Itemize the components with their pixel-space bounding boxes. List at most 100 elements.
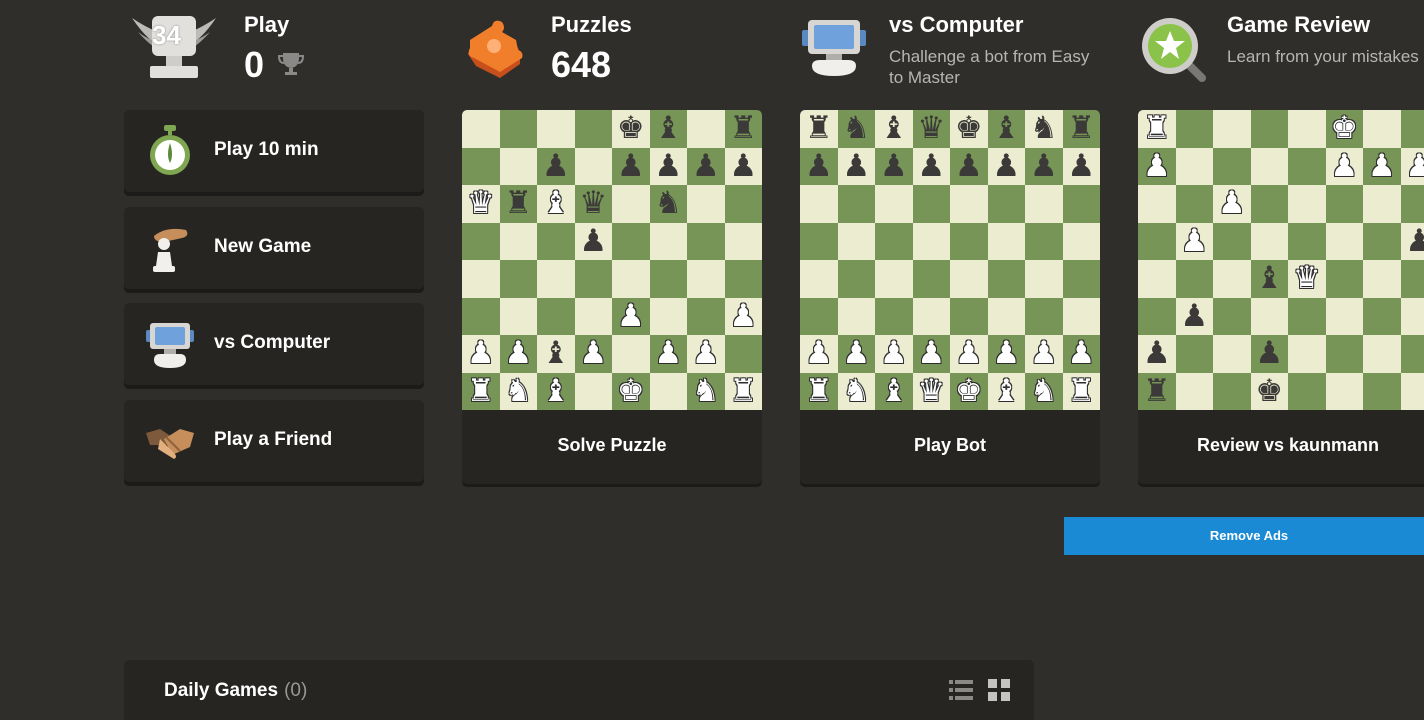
black-rook-icon: ♜ bbox=[1143, 376, 1171, 407]
black-pawn-icon: ♟ bbox=[617, 151, 645, 182]
board-square bbox=[725, 223, 763, 261]
board-square bbox=[988, 260, 1026, 298]
board-square bbox=[1025, 260, 1063, 298]
board-square: ♟ bbox=[1025, 148, 1063, 186]
board-square bbox=[1401, 373, 1424, 411]
board-square bbox=[1288, 110, 1326, 148]
stopwatch-icon bbox=[146, 125, 194, 177]
board-square bbox=[612, 260, 650, 298]
board-square: ♟ bbox=[725, 148, 763, 186]
black-pawn-icon: ♟ bbox=[880, 151, 908, 182]
board-square: ♞ bbox=[500, 373, 538, 411]
board-square: ♚ bbox=[950, 110, 988, 148]
board-square bbox=[1251, 185, 1289, 223]
board-square bbox=[1288, 298, 1326, 336]
board-square bbox=[500, 260, 538, 298]
board-square bbox=[575, 373, 613, 411]
board-square bbox=[575, 260, 613, 298]
board-square: ♝ bbox=[1251, 260, 1289, 298]
board-square bbox=[1251, 223, 1289, 261]
board-square bbox=[1363, 185, 1401, 223]
board-square bbox=[1138, 260, 1176, 298]
play-a-friend-button[interactable]: Play a Friend bbox=[124, 400, 424, 482]
black-bishop-icon: ♝ bbox=[992, 113, 1020, 144]
black-pawn-icon: ♟ bbox=[1030, 151, 1058, 182]
white-queen-icon: ♛ bbox=[917, 376, 945, 407]
board-square: ♚ bbox=[950, 373, 988, 411]
review-subtitle: Learn from your mistakes bbox=[1227, 46, 1419, 67]
board-square: ♛ bbox=[1288, 260, 1326, 298]
board-square: ♞ bbox=[1025, 373, 1063, 411]
play-10-min-button[interactable]: Play 10 min bbox=[124, 110, 424, 192]
board-square bbox=[1063, 298, 1101, 336]
board-square bbox=[800, 260, 838, 298]
computer-subtitle-1: Challenge a bot from Easy bbox=[889, 46, 1089, 67]
board-square bbox=[1326, 260, 1364, 298]
board-square bbox=[1063, 223, 1101, 261]
solve-puzzle-card[interactable]: ♚♝♜♟♟♟♟♟♛♜♝♛♞♟♟♟♟♟♝♟♟♟♜♞♝♚♞♜ Solve Puzzl… bbox=[462, 110, 762, 484]
remove-ads-button[interactable]: Remove Ads bbox=[1064, 517, 1424, 555]
play-bot-card[interactable]: ♜♞♝♛♚♝♞♜♟♟♟♟♟♟♟♟♟♟♟♟♟♟♟♟♜♞♝♛♚♝♞♜ Play Bo… bbox=[800, 110, 1100, 484]
play-10-min-label: Play 10 min bbox=[214, 110, 319, 192]
white-pawn-icon: ♟ bbox=[1143, 151, 1171, 182]
board-square bbox=[1288, 185, 1326, 223]
board-square bbox=[612, 335, 650, 373]
board-square: ♟ bbox=[875, 148, 913, 186]
computer-title: vs Computer bbox=[889, 12, 1023, 38]
board-square bbox=[988, 223, 1026, 261]
board-square bbox=[838, 223, 876, 261]
black-pawn-icon: ♟ bbox=[654, 151, 682, 182]
board-square bbox=[687, 298, 725, 336]
board-square bbox=[575, 110, 613, 148]
board-square bbox=[1213, 298, 1251, 336]
list-view-icon[interactable] bbox=[949, 678, 973, 702]
board-square: ♟ bbox=[875, 335, 913, 373]
board-square: ♟ bbox=[988, 335, 1026, 373]
board-square bbox=[1176, 373, 1214, 411]
robot-icon bbox=[802, 16, 866, 82]
board-square bbox=[537, 298, 575, 336]
hand-pawn-icon bbox=[146, 222, 194, 274]
board-square bbox=[462, 148, 500, 186]
board-square: ♟ bbox=[1213, 185, 1251, 223]
board-square bbox=[1401, 335, 1424, 373]
board-square bbox=[1251, 148, 1289, 186]
board-square: ♟ bbox=[800, 335, 838, 373]
board-square bbox=[1288, 223, 1326, 261]
robot-icon bbox=[146, 318, 194, 370]
black-knight-icon: ♞ bbox=[842, 113, 870, 144]
white-bishop-icon: ♝ bbox=[992, 376, 1020, 407]
vs-computer-button[interactable]: vs Computer bbox=[124, 303, 424, 385]
board-square bbox=[537, 110, 575, 148]
daily-games-header[interactable]: Daily Games(0) bbox=[164, 680, 307, 702]
board-square bbox=[1138, 185, 1176, 223]
white-bishop-icon: ♝ bbox=[542, 376, 570, 407]
board-square: ♟ bbox=[575, 223, 613, 261]
board-square: ♝ bbox=[537, 335, 575, 373]
white-pawn-icon: ♟ bbox=[1368, 151, 1396, 182]
new-game-button[interactable]: New Game bbox=[124, 207, 424, 289]
grid-view-icon[interactable] bbox=[987, 678, 1011, 702]
black-pawn-icon: ♟ bbox=[805, 151, 833, 182]
black-pawn-icon: ♟ bbox=[992, 151, 1020, 182]
board-square bbox=[1176, 260, 1214, 298]
black-pawn-icon: ♟ bbox=[1143, 338, 1171, 369]
review-game-card[interactable]: ♜♚♟♟♟♟♟♟♟♝♛♟♟♟♜♚ Review vs kaunmann bbox=[1138, 110, 1424, 484]
board-square bbox=[500, 110, 538, 148]
puzzles-title: Puzzles bbox=[551, 12, 632, 38]
review-title: Game Review bbox=[1227, 12, 1370, 38]
board-square: ♜ bbox=[462, 373, 500, 411]
board-square: ♟ bbox=[988, 148, 1026, 186]
white-pawn-icon: ♟ bbox=[579, 338, 607, 369]
black-pawn-icon: ♟ bbox=[917, 151, 945, 182]
black-king-icon: ♚ bbox=[617, 113, 645, 144]
daily-games-title: Daily Games bbox=[164, 680, 278, 701]
handshake-icon bbox=[146, 415, 194, 467]
white-queen-icon: ♛ bbox=[1293, 263, 1321, 294]
board-square bbox=[1176, 148, 1214, 186]
board-square bbox=[1288, 373, 1326, 411]
board-square bbox=[913, 260, 951, 298]
white-pawn-icon: ♟ bbox=[880, 338, 908, 369]
play-title: Play bbox=[244, 12, 289, 38]
magnifier-star-icon bbox=[1140, 16, 1206, 82]
